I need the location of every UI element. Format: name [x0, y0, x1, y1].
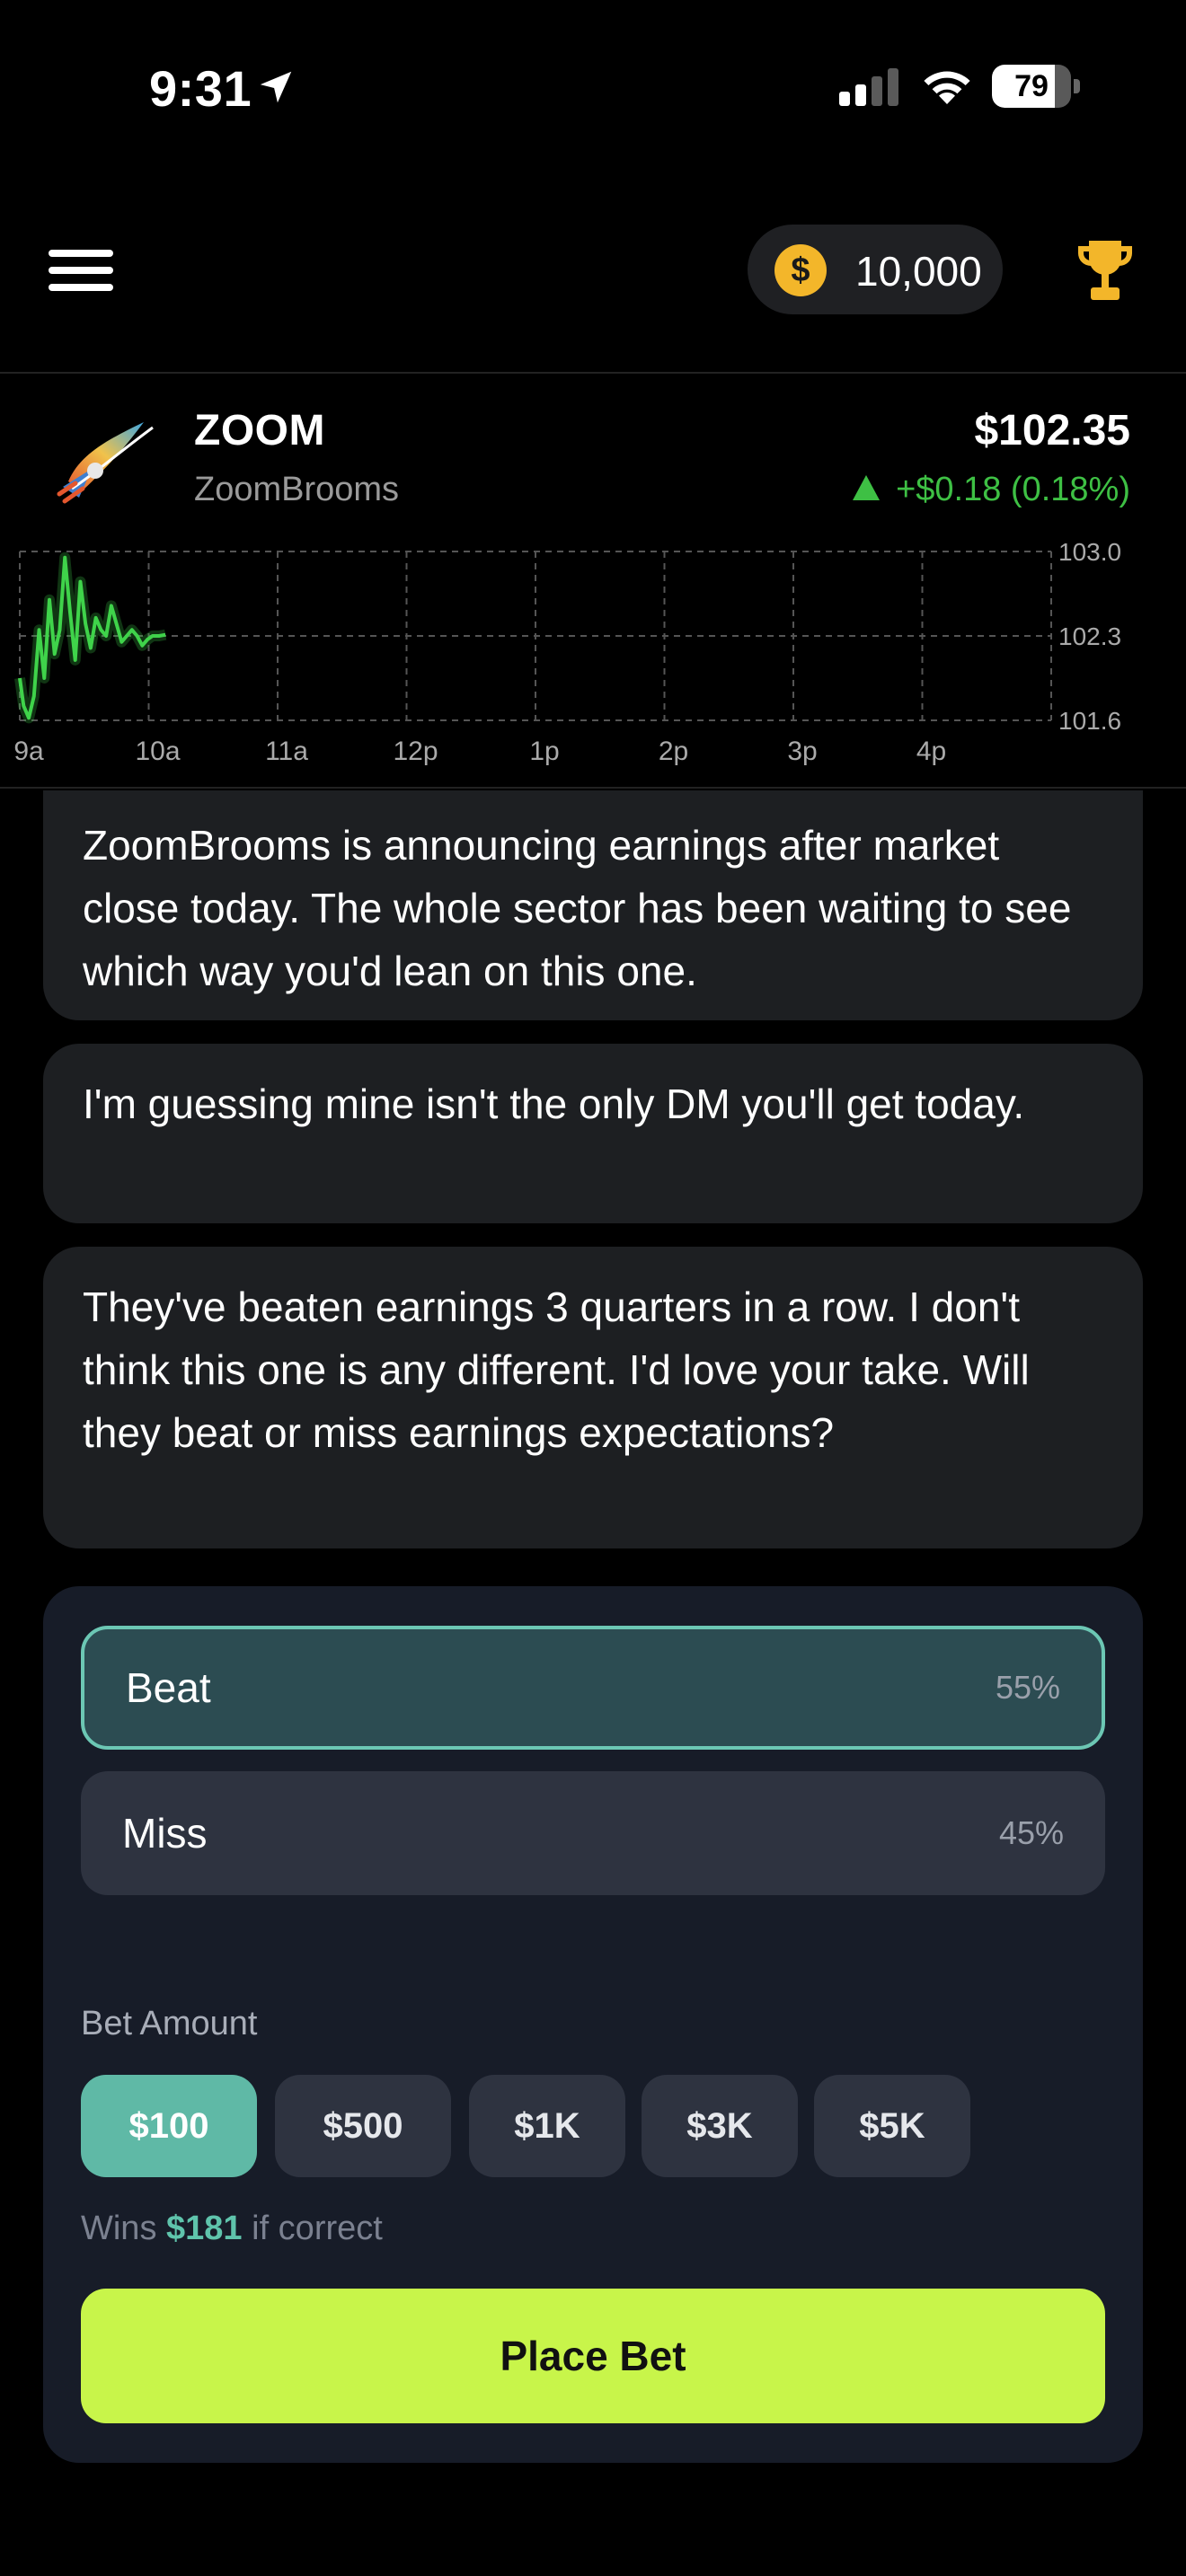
option-beat[interactable]: Beat 55% — [81, 1626, 1105, 1750]
option-percent: 55% — [995, 1669, 1060, 1706]
status-bar: 9:31 79 — [0, 0, 1186, 171]
potential-winnings: Wins $181 if correct — [81, 2210, 383, 2247]
amount-chip-1k[interactable]: $1K — [469, 2075, 625, 2177]
x-tick-label: 11a — [265, 737, 308, 766]
option-miss[interactable]: Miss 45% — [81, 1771, 1105, 1895]
battery-percent: 79 — [1014, 69, 1049, 103]
wifi-icon — [924, 71, 970, 104]
company-name: ZoomBrooms — [194, 471, 400, 508]
y-tick-label: 102.3 — [1058, 622, 1121, 650]
amount-chip-500[interactable]: $500 — [275, 2075, 451, 2177]
x-tick-label: 10a — [135, 737, 180, 766]
message-bubble: I'm guessing mine isn't the only DM you'… — [43, 1044, 1143, 1223]
location-arrow-icon — [260, 71, 292, 103]
battery-indicator: 79 — [992, 65, 1080, 108]
dollar-coin-icon: $ — [774, 244, 827, 296]
x-tick-label: 1p — [529, 737, 559, 766]
bet-card: Beat 55% Miss 45% Bet Amount $100 $500 $… — [43, 1586, 1143, 2463]
status-time: 9:31 — [149, 60, 252, 117]
option-percent: 45% — [998, 1814, 1064, 1851]
bet-amount-label: Bet Amount — [81, 2005, 258, 2042]
header-divider — [0, 372, 1186, 374]
amount-chip-100[interactable]: $100 — [81, 2075, 257, 2177]
y-tick-label: 103.0 — [1058, 539, 1121, 566]
message-bubble: They've beaten earnings 3 quarters in a … — [43, 1247, 1143, 1548]
winnings-amount: $181 — [166, 2210, 243, 2247]
cellular-signal-icon — [839, 68, 898, 106]
x-tick-label: 2p — [659, 737, 688, 766]
amount-chip-5k[interactable]: $5K — [814, 2075, 970, 2177]
hamburger-menu-icon[interactable] — [49, 250, 113, 291]
option-label: Beat — [126, 1664, 211, 1711]
x-tick-label: 4p — [916, 737, 946, 766]
price-chart: 103.0 102.3 101.6 9a 10a 11a 12p 1p 2p 3p 4p — [13, 539, 1121, 766]
price-change: +$0.18 (0.18%) — [853, 471, 1130, 509]
amount-chip-3k[interactable]: $3K — [642, 2075, 798, 2177]
up-triangle-icon — [853, 475, 881, 500]
x-tick-label: 9a — [13, 737, 44, 766]
x-tick-label: 12p — [393, 737, 438, 766]
y-tick-label: 101.6 — [1058, 707, 1121, 735]
trophy-icon[interactable] — [1073, 237, 1137, 304]
balance-value: 10,000 — [855, 248, 982, 295]
x-tick-label: 3p — [787, 737, 817, 766]
option-label: Miss — [122, 1810, 208, 1857]
ticker-symbol: ZOOM — [194, 407, 325, 454]
message-bubble: ZoomBrooms is announcing earnings after … — [43, 790, 1143, 1020]
stock-price: $102.35 — [974, 407, 1130, 454]
coin-balance[interactable]: $ 10,000 — [748, 225, 1003, 314]
zoombrooms-logo — [57, 422, 154, 504]
chart-divider — [0, 787, 1186, 789]
place-bet-button[interactable]: Place Bet — [81, 2289, 1105, 2423]
